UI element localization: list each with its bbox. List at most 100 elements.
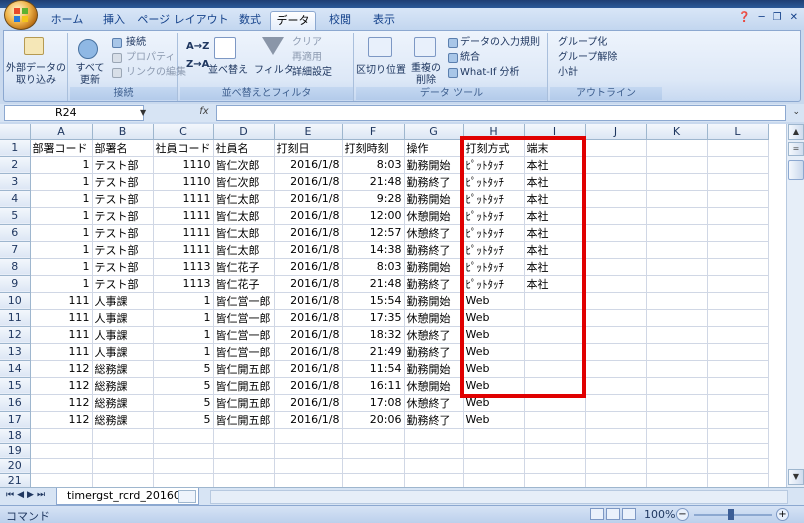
cell-E1[interactable]: 打刻日 bbox=[274, 139, 343, 157]
name-box[interactable]: R24 bbox=[4, 105, 144, 121]
cell-D3[interactable]: 皆仁次郎 bbox=[213, 173, 275, 191]
tab-formulas[interactable]: 数式 bbox=[230, 11, 270, 30]
cell-H11[interactable]: Web bbox=[463, 309, 525, 327]
cell-G11[interactable]: 休憩開始 bbox=[404, 309, 464, 327]
cell-K9[interactable] bbox=[646, 275, 708, 293]
cell-A10[interactable]: 111 bbox=[30, 292, 93, 310]
close-icon[interactable]: ✕ bbox=[790, 12, 798, 23]
cell-F20[interactable] bbox=[342, 458, 405, 474]
cell-F4[interactable]: 9:28 bbox=[342, 190, 405, 208]
cell-D13[interactable]: 皆仁営一郎 bbox=[213, 343, 275, 361]
cell-D11[interactable]: 皆仁営一郎 bbox=[213, 309, 275, 327]
cell-H17[interactable]: Web bbox=[463, 411, 525, 429]
cell-L5[interactable] bbox=[707, 207, 769, 225]
row-header[interactable]: 7 bbox=[0, 241, 31, 259]
cell-C17[interactable]: 5 bbox=[153, 411, 214, 429]
cell-B3[interactable]: テスト部 bbox=[92, 173, 154, 191]
refresh-all-button[interactable]: すべて更新 bbox=[72, 63, 108, 87]
cell-F3[interactable]: 21:48 bbox=[342, 173, 405, 191]
clear-filter-button[interactable]: クリア bbox=[292, 37, 322, 49]
cell-I3[interactable]: 本社 bbox=[524, 173, 586, 191]
cell-A2[interactable]: 1 bbox=[30, 156, 93, 174]
cell-D14[interactable]: 皆仁開五郎 bbox=[213, 360, 275, 378]
advanced-filter-button[interactable]: 詳細設定 bbox=[292, 67, 332, 79]
row-header[interactable]: 8 bbox=[0, 258, 31, 276]
cell-C20[interactable] bbox=[153, 458, 214, 474]
cell-J20[interactable] bbox=[585, 458, 647, 474]
cell-F6[interactable]: 12:57 bbox=[342, 224, 405, 242]
scroll-down-icon[interactable]: ▼ bbox=[788, 469, 804, 485]
cell-B8[interactable]: テスト部 bbox=[92, 258, 154, 276]
cell-L2[interactable] bbox=[707, 156, 769, 174]
cell-A11[interactable]: 111 bbox=[30, 309, 93, 327]
cell-A19[interactable] bbox=[30, 443, 93, 459]
cell-C18[interactable] bbox=[153, 428, 214, 444]
cell-B2[interactable]: テスト部 bbox=[92, 156, 154, 174]
cell-A14[interactable]: 112 bbox=[30, 360, 93, 378]
column-header-K[interactable]: K bbox=[646, 124, 708, 140]
cell-H15[interactable]: Web bbox=[463, 377, 525, 395]
tab-page-layout[interactable]: ページ レイアウト bbox=[136, 11, 230, 30]
cell-B16[interactable]: 総務課 bbox=[92, 394, 154, 412]
cell-B12[interactable]: 人事課 bbox=[92, 326, 154, 344]
cell-J18[interactable] bbox=[585, 428, 647, 444]
sort-descending-button[interactable]: Z→A bbox=[186, 59, 209, 71]
cell-J5[interactable] bbox=[585, 207, 647, 225]
cell-I20[interactable] bbox=[524, 458, 586, 474]
cell-I2[interactable]: 本社 bbox=[524, 156, 586, 174]
cell-J3[interactable] bbox=[585, 173, 647, 191]
cell-I10[interactable] bbox=[524, 292, 586, 310]
cell-I15[interactable] bbox=[524, 377, 586, 395]
cell-C4[interactable]: 1111 bbox=[153, 190, 214, 208]
row-header[interactable]: 12 bbox=[0, 326, 31, 344]
cell-E7[interactable]: 2016/1/8 bbox=[274, 241, 343, 259]
cell-D5[interactable]: 皆仁太郎 bbox=[213, 207, 275, 225]
reapply-filter-button[interactable]: 再適用 bbox=[292, 52, 322, 64]
row-header[interactable]: 6 bbox=[0, 224, 31, 242]
cell-C12[interactable]: 1 bbox=[153, 326, 214, 344]
cell-C10[interactable]: 1 bbox=[153, 292, 214, 310]
minimize-icon[interactable]: ─ bbox=[759, 12, 765, 23]
column-header-H[interactable]: H bbox=[463, 124, 525, 140]
cell-J7[interactable] bbox=[585, 241, 647, 259]
row-header[interactable]: 18 bbox=[0, 428, 31, 444]
help-icon[interactable]: ❓ bbox=[738, 12, 750, 23]
tab-insert[interactable]: 挿入 bbox=[92, 11, 136, 30]
cell-H9[interactable]: ﾋﾟｯﾄﾀｯﾁ bbox=[463, 275, 525, 293]
cell-B21[interactable] bbox=[92, 473, 154, 487]
cell-K4[interactable] bbox=[646, 190, 708, 208]
cell-H4[interactable]: ﾋﾟｯﾄﾀｯﾁ bbox=[463, 190, 525, 208]
cell-B14[interactable]: 総務課 bbox=[92, 360, 154, 378]
consolidate-button[interactable]: 統合 bbox=[460, 52, 480, 64]
split-handle[interactable]: = bbox=[788, 142, 804, 156]
row-header[interactable]: 14 bbox=[0, 360, 31, 378]
cell-D1[interactable]: 社員名 bbox=[213, 139, 275, 157]
cell-I21[interactable] bbox=[524, 473, 586, 487]
cell-D17[interactable]: 皆仁開五郎 bbox=[213, 411, 275, 429]
cell-C7[interactable]: 1111 bbox=[153, 241, 214, 259]
cell-C9[interactable]: 1113 bbox=[153, 275, 214, 293]
cell-F1[interactable]: 打刻時刻 bbox=[342, 139, 405, 157]
cell-E4[interactable]: 2016/1/8 bbox=[274, 190, 343, 208]
cell-L12[interactable] bbox=[707, 326, 769, 344]
cell-B20[interactable] bbox=[92, 458, 154, 474]
cell-I1[interactable]: 端末 bbox=[524, 139, 586, 157]
cell-C5[interactable]: 1111 bbox=[153, 207, 214, 225]
cell-G1[interactable]: 操作 bbox=[404, 139, 464, 157]
cell-K21[interactable] bbox=[646, 473, 708, 487]
cell-H2[interactable]: ﾋﾟｯﾄﾀｯﾁ bbox=[463, 156, 525, 174]
cell-L7[interactable] bbox=[707, 241, 769, 259]
cell-G8[interactable]: 勤務開始 bbox=[404, 258, 464, 276]
cell-D16[interactable]: 皆仁開五郎 bbox=[213, 394, 275, 412]
cell-G10[interactable]: 勤務開始 bbox=[404, 292, 464, 310]
cell-I18[interactable] bbox=[524, 428, 586, 444]
cell-F2[interactable]: 8:03 bbox=[342, 156, 405, 174]
cell-H3[interactable]: ﾋﾟｯﾄﾀｯﾁ bbox=[463, 173, 525, 191]
get-external-button[interactable]: 外部データの取り込み bbox=[6, 63, 66, 87]
cell-J6[interactable] bbox=[585, 224, 647, 242]
cell-D10[interactable]: 皆仁営一郎 bbox=[213, 292, 275, 310]
sort-button[interactable]: 並べ替え bbox=[208, 65, 248, 77]
cell-C16[interactable]: 5 bbox=[153, 394, 214, 412]
column-header-J[interactable]: J bbox=[585, 124, 647, 140]
cell-C8[interactable]: 1113 bbox=[153, 258, 214, 276]
